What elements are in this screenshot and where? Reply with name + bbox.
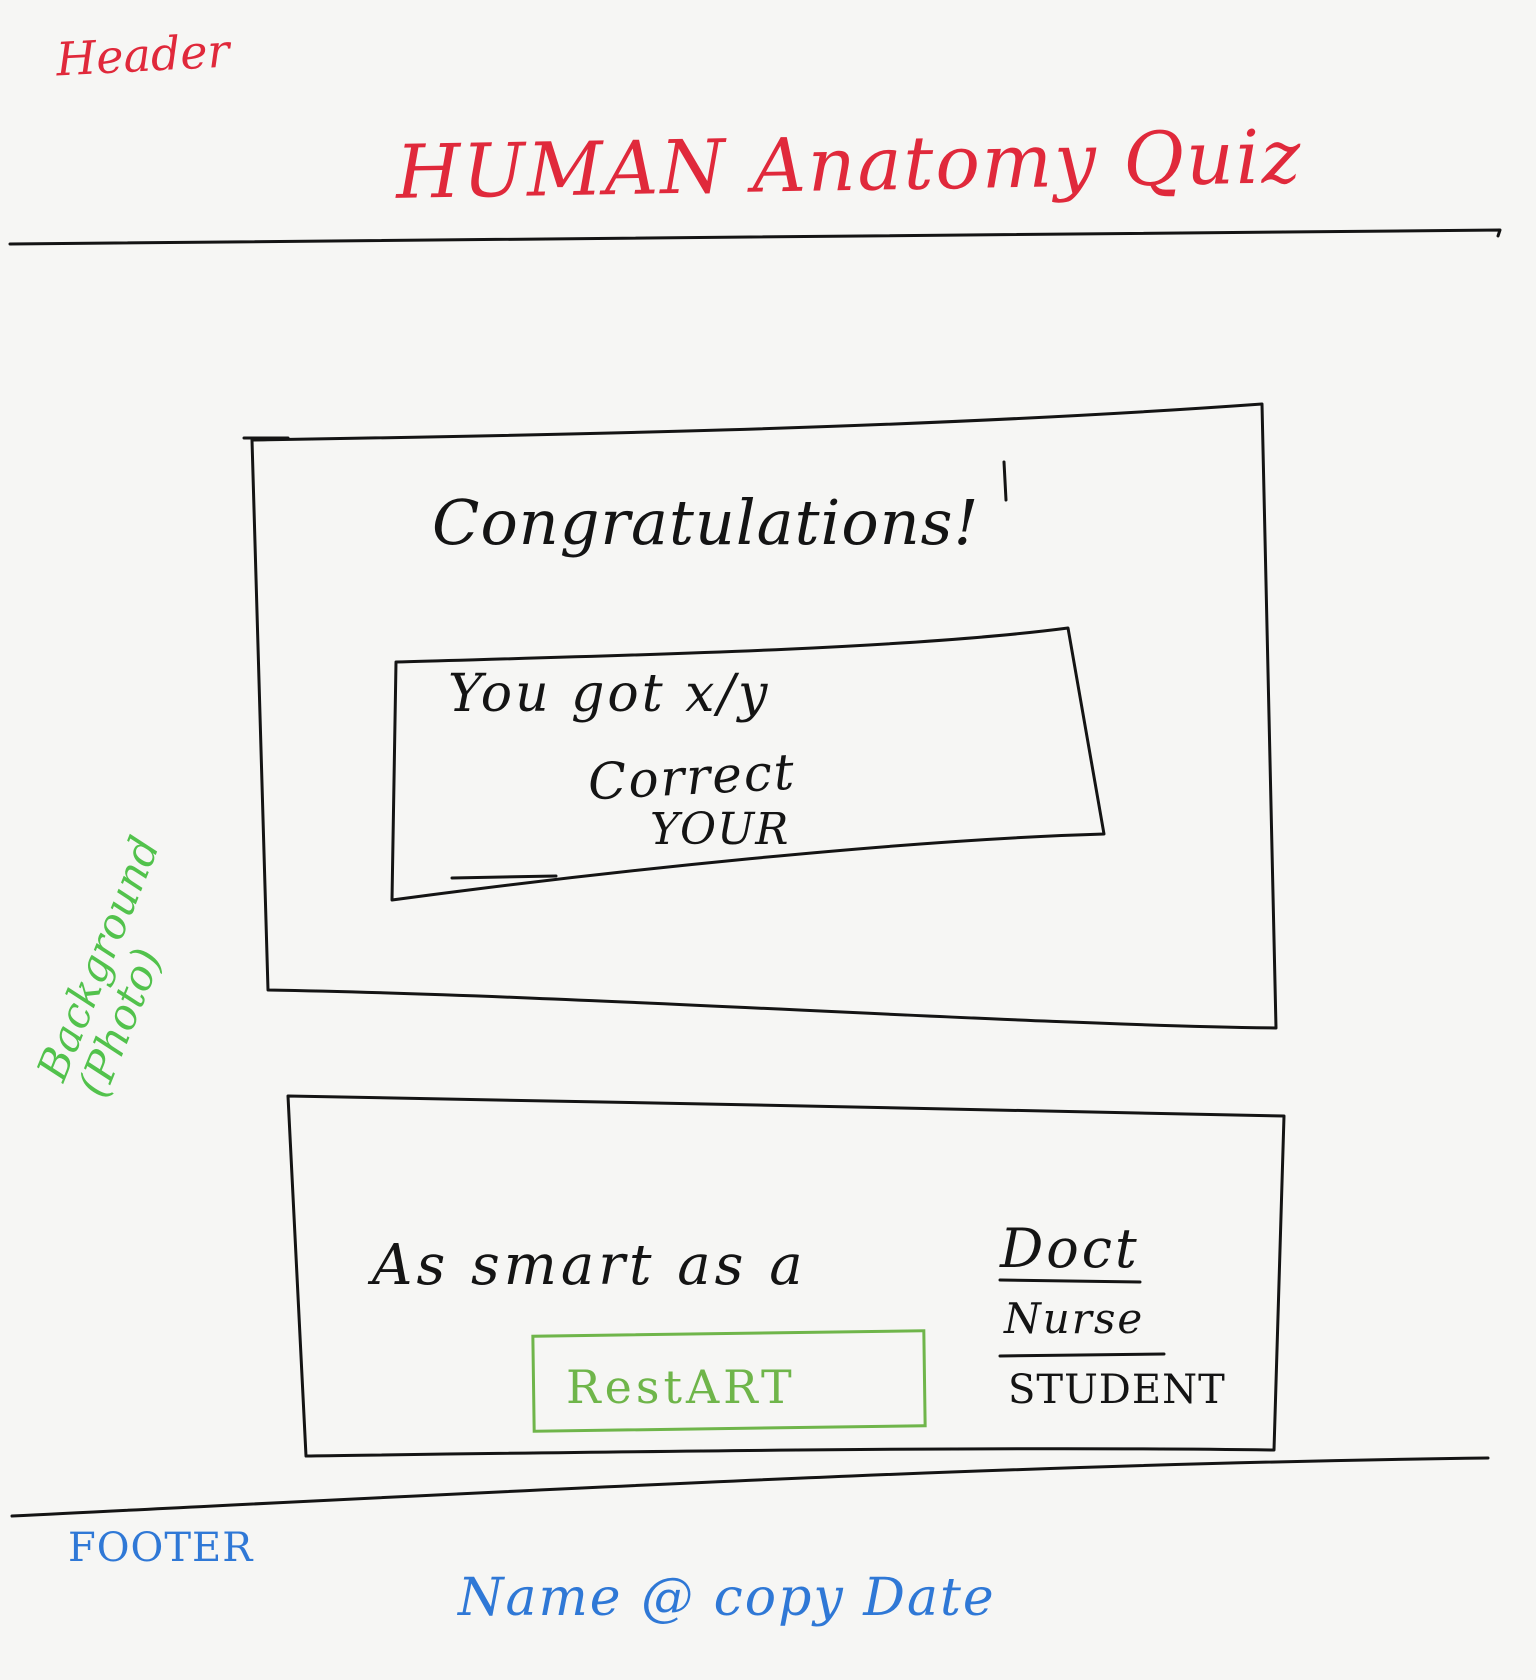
page-title: HUMAN Anatomy Quiz — [395, 114, 1304, 216]
score-correct-text: Correct — [586, 742, 798, 812]
score-box-underline — [450, 874, 558, 880]
restart-button-label[interactable]: RestART — [566, 1364, 796, 1410]
rank-option-student: STUDENT — [1008, 1367, 1226, 1413]
score-your-text: YOUR — [650, 804, 790, 855]
score-text: You got x/y — [448, 664, 771, 724]
footer-text: Name @ copy Date — [458, 1568, 996, 1628]
congratulations-heading: Congratulations! — [432, 486, 980, 559]
option-underline-1 — [998, 1278, 1142, 1284]
wireframe-sketch: Header Background (Photo) FOOTER HUMAN A… — [0, 0, 1536, 1680]
header-annotation: Header — [54, 23, 231, 87]
header-divider — [8, 228, 1502, 246]
rank-option-nurse: Nurse — [1004, 1294, 1145, 1343]
footer-annotation: FOOTER — [68, 1525, 254, 1571]
footer-divider — [10, 1456, 1490, 1518]
exclaim-stroke — [1002, 460, 1008, 502]
rank-text: As smart as a — [372, 1233, 807, 1298]
rank-option-doctor: Doct — [1000, 1217, 1140, 1280]
option-underline-2 — [998, 1352, 1166, 1358]
